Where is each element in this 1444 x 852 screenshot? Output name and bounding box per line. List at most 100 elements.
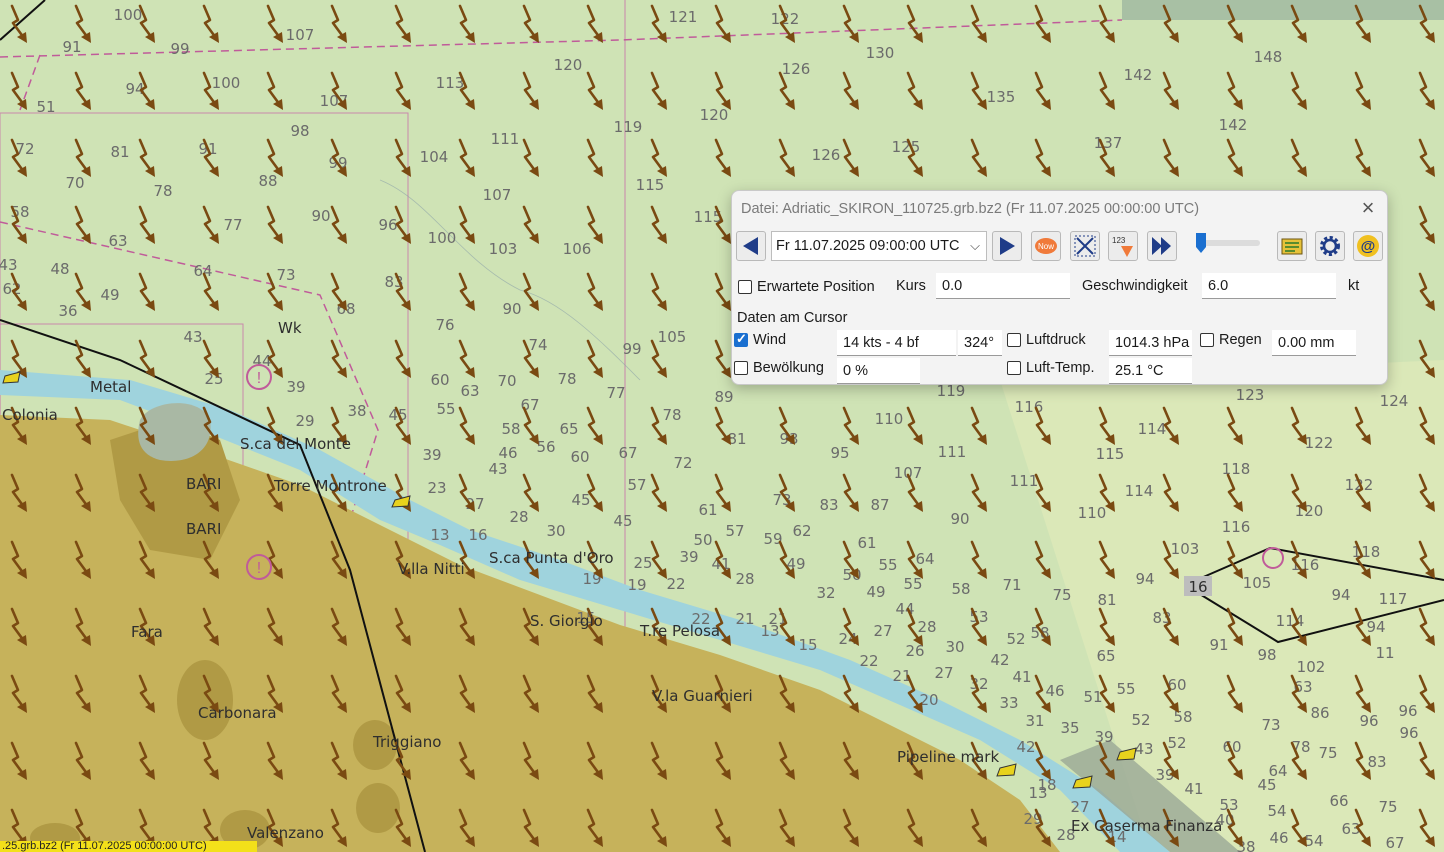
place-name: Ex Caserma Finanza [1071, 817, 1222, 835]
depth-sounding: 59 [763, 530, 782, 548]
svg-text:123: 123 [1112, 236, 1126, 245]
time-slider-track[interactable] [1198, 240, 1260, 246]
depth-sounding: 55 [1116, 680, 1135, 698]
rain-label: Regen [1219, 332, 1262, 348]
svg-text:@: @ [1361, 238, 1376, 255]
play-button[interactable] [1147, 231, 1177, 261]
wind-checkbox[interactable] [734, 331, 748, 347]
dialog-title: Datei: Adriatic_SKIRON_110725.grb.bz2 (F… [741, 201, 1200, 217]
rain-checkbox[interactable] [1200, 333, 1214, 347]
request-email-button[interactable]: @ [1353, 231, 1383, 261]
depth-sounding: 142 [1219, 116, 1248, 134]
now-button[interactable]: Now [1031, 231, 1061, 261]
arrow-left-icon [743, 237, 758, 255]
depth-sounding: 63 [460, 382, 479, 400]
place-name: Carbonara [198, 704, 277, 722]
depth-sounding: 75 [1052, 586, 1071, 604]
place-name: Colonia [2, 406, 58, 424]
depth-sounding: 60 [430, 371, 449, 389]
rain-field: 0.00 mm [1272, 330, 1356, 356]
depth-sounding: 75 [1318, 744, 1337, 762]
next-time-button[interactable] [992, 231, 1022, 261]
depth-sounding: 67 [1385, 834, 1404, 852]
depth-sounding: 28 [917, 618, 936, 636]
depth-sounding: 30 [945, 638, 964, 656]
depth-sounding: 70 [65, 174, 84, 192]
depth-sounding: 105 [1243, 574, 1272, 592]
course-input[interactable]: 0.0 [936, 273, 1070, 299]
depth-sounding: 77 [223, 216, 242, 234]
depth-sounding: 43 [0, 256, 18, 274]
depth-sounding: 78 [153, 182, 172, 200]
previous-time-button[interactable] [736, 231, 766, 261]
time-select[interactable]: Fr 11.07.2025 09:00:00 UTC ⌵ [771, 231, 987, 261]
depth-sounding: 45 [1257, 776, 1276, 794]
depth-sounding: 125 [892, 138, 921, 156]
place-name: BARI [186, 520, 221, 538]
open-file-button[interactable] [1277, 231, 1307, 261]
nautical-chart-map[interactable]: 100107121 12214891 9994 100 113120130126 1425… [0, 0, 1444, 852]
pressure-checkbox[interactable] [1007, 333, 1021, 347]
depth-sounding: 49 [100, 286, 119, 304]
depth-sounding: 66 [1329, 792, 1348, 810]
close-button[interactable]: × [1356, 197, 1380, 221]
at-sign-icon: @ [1357, 235, 1379, 257]
course-label: Kurs [896, 278, 926, 294]
depth-sounding: 90 [502, 300, 521, 318]
depth-sounding: 78 [557, 370, 576, 388]
depth-sounding: 117 [1379, 590, 1408, 608]
depth-sounding: 96 [1398, 702, 1417, 720]
depth-sounding: 50 [693, 531, 712, 549]
depth-sounding: 28 [735, 570, 754, 588]
time-slider-thumb[interactable] [1195, 232, 1207, 254]
depth-sounding: 90 [950, 510, 969, 528]
depth-sounding: 65 [1096, 647, 1115, 665]
depth-sounding: 67 [618, 444, 637, 462]
depth-sounding: 39 [679, 548, 698, 566]
zoom-to-grib-button[interactable] [1070, 231, 1100, 261]
settings-button[interactable] [1315, 231, 1345, 261]
depth-sounding: 22 [666, 575, 685, 593]
depth-sounding: 99 [622, 340, 641, 358]
depth-sounding: 91 [1209, 636, 1228, 654]
depth-sounding: 115 [636, 176, 665, 194]
depth-sounding: 86 [1310, 704, 1329, 722]
depth-sounding: 67 [520, 396, 539, 414]
depth-sounding: 31 [1025, 712, 1044, 730]
depth-sounding: 98 [1257, 646, 1276, 664]
depth-sounding: 142 [1124, 66, 1153, 84]
expected-position-checkbox[interactable] [738, 280, 752, 294]
depth-sounding: 126 [782, 60, 811, 78]
depth-sounding: 52 [1167, 734, 1186, 752]
place-name: V.lla Nitti [398, 560, 465, 578]
arrow-right-icon [1000, 237, 1015, 255]
depth-sounding: 45 [571, 491, 590, 509]
depth-sounding: 95 [830, 444, 849, 462]
file-status-strip: .25.grb.bz2 (Fr 11.07.2025 00:00:00 UTC) [0, 841, 257, 852]
depth-sounding: 73 [1261, 716, 1280, 734]
depth-sounding: 103 [489, 240, 518, 258]
depth-sounding: 111 [1010, 472, 1039, 490]
depth-sounding: 16 [468, 526, 487, 544]
depth-sounding: 116 [1222, 518, 1251, 536]
air-temp-checkbox[interactable] [1007, 361, 1021, 375]
cursor-data-label: Daten am Cursor [737, 310, 848, 326]
place-name: Valenzano [247, 824, 324, 842]
show-values-button[interactable]: 123 [1108, 231, 1138, 261]
speed-label: Geschwindigkeit [1082, 278, 1188, 294]
depth-sounding: 32 [816, 584, 835, 602]
speed-input[interactable]: 6.0 [1202, 273, 1336, 299]
place-name: T.re Pelosa [639, 622, 720, 640]
depth-sounding: 118 [1222, 460, 1251, 478]
depth-sounding: 83 [819, 496, 838, 514]
depth-sounding: 21 [735, 610, 754, 628]
depth-sounding: 98 [290, 122, 309, 140]
chevron-down-icon: ⌵ [970, 238, 980, 253]
depth-sounding: 96 [378, 216, 397, 234]
time-select-value: Fr 11.07.2025 09:00:00 UTC [776, 238, 960, 254]
depth-sounding: 52 [1131, 711, 1150, 729]
depth-sounding: 110 [875, 410, 904, 428]
cloud-checkbox[interactable] [734, 361, 748, 375]
place-name: S. Giorgio [530, 612, 603, 630]
depth-sounding: 88 [258, 172, 277, 190]
